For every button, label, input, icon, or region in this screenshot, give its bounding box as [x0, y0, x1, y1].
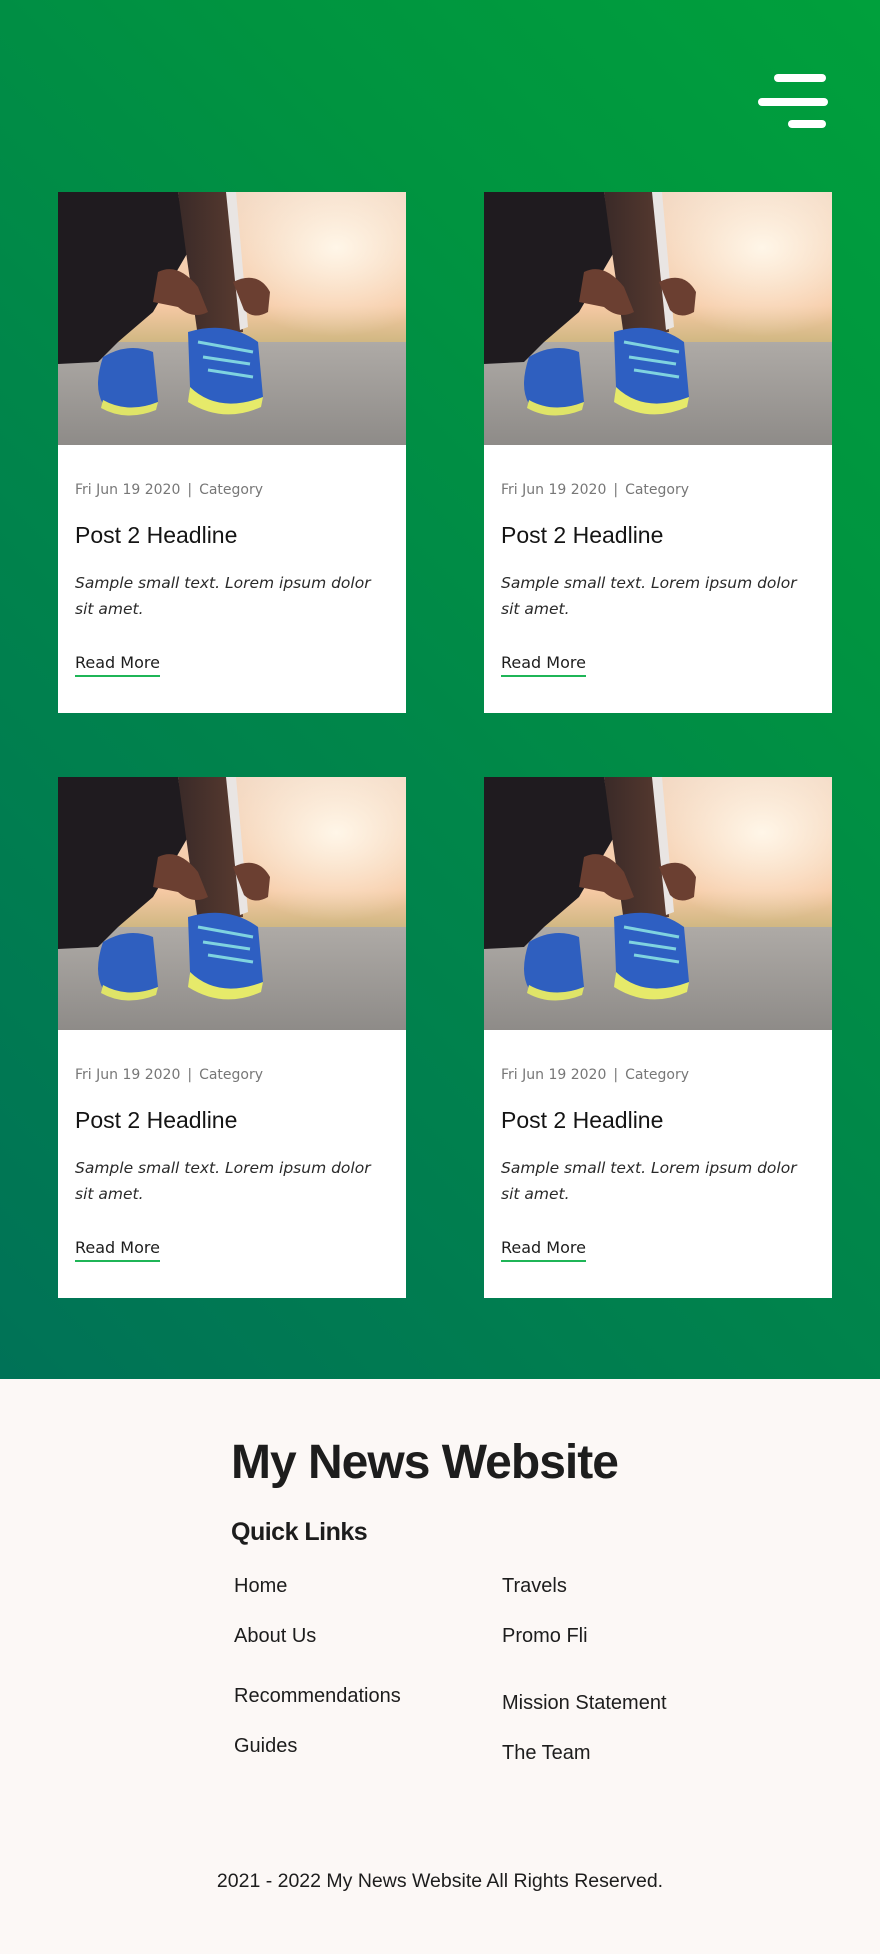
post-image[interactable]: [58, 192, 406, 445]
post-date: Fri Jun 19 2020: [501, 1067, 607, 1083]
footer-link-the-team[interactable]: The Team: [502, 1742, 591, 1765]
post-headline[interactable]: Post 2 Headline: [501, 1107, 663, 1134]
post-headline[interactable]: Post 2 Headline: [75, 522, 237, 549]
hamburger-menu-icon[interactable]: [758, 74, 828, 130]
post-meta: Fri Jun 19 2020 | Category: [75, 482, 263, 498]
post-excerpt: Sample small text. Lorem ipsum dolor sit…: [501, 574, 797, 618]
site-title[interactable]: My News Website: [231, 1435, 619, 1490]
meta-separator: |: [613, 1067, 619, 1083]
post-excerpt: Sample small text. Lorem ipsum dolor sit…: [501, 1159, 797, 1203]
footer-link-guides[interactable]: Guides: [234, 1735, 297, 1758]
post-date: Fri Jun 19 2020: [75, 1067, 181, 1083]
post-headline[interactable]: Post 2 Headline: [501, 522, 663, 549]
post-image[interactable]: [484, 192, 832, 445]
menu-line: [758, 98, 828, 106]
post-image[interactable]: [58, 777, 406, 1030]
post-image[interactable]: [484, 777, 832, 1030]
post-date: Fri Jun 19 2020: [75, 482, 181, 498]
post-excerpt: Sample small text. Lorem ipsum dolor sit…: [75, 1159, 371, 1203]
post-meta: Fri Jun 19 2020 | Category: [501, 1067, 689, 1083]
meta-separator: |: [187, 1067, 193, 1083]
read-more-link[interactable]: Read More: [75, 1238, 160, 1262]
post-card: Fri Jun 19 2020 | Category Post 2 Headline…: [484, 777, 832, 1298]
meta-separator: |: [187, 482, 193, 498]
copyright-text: 2021 - 2022 My News Website All Rights R…: [216, 1870, 664, 1892]
hero-section: Fri Jun 19 2020 | Category Post 2 Headline…: [0, 0, 880, 1379]
footer-link-recommendations[interactable]: Recommendations: [234, 1685, 401, 1708]
footer-link-home[interactable]: Home: [234, 1575, 287, 1598]
meta-separator: |: [613, 482, 619, 498]
post-date: Fri Jun 19 2020: [501, 482, 607, 498]
post-category[interactable]: Category: [625, 482, 689, 498]
site-footer: My News Website Quick Links Home About U…: [0, 1379, 880, 1954]
read-more-link[interactable]: Read More: [501, 653, 586, 677]
post-category[interactable]: Category: [625, 1067, 689, 1083]
menu-line: [788, 120, 826, 128]
post-category[interactable]: Category: [199, 482, 263, 498]
quick-links-title: Quick Links: [231, 1518, 368, 1546]
post-excerpt: Sample small text. Lorem ipsum dolor sit…: [75, 574, 371, 618]
post-meta: Fri Jun 19 2020 | Category: [75, 1067, 263, 1083]
footer-link-about-us[interactable]: About Us: [234, 1625, 316, 1648]
read-more-link[interactable]: Read More: [75, 653, 160, 677]
post-card: Fri Jun 19 2020 | Category Post 2 Headline…: [58, 192, 406, 713]
post-card: Fri Jun 19 2020 | Category Post 2 Headline…: [58, 777, 406, 1298]
footer-link-promo[interactable]: Promo Fli: [502, 1625, 588, 1648]
read-more-link[interactable]: Read More: [501, 1238, 586, 1262]
post-meta: Fri Jun 19 2020 | Category: [501, 482, 689, 498]
menu-line: [774, 74, 826, 82]
footer-link-mission-statement[interactable]: Mission Statement: [502, 1692, 667, 1715]
post-headline[interactable]: Post 2 Headline: [75, 1107, 237, 1134]
post-card: Fri Jun 19 2020 | Category Post 2 Headline…: [484, 192, 832, 713]
post-category[interactable]: Category: [199, 1067, 263, 1083]
footer-link-travels[interactable]: Travels: [502, 1575, 567, 1598]
